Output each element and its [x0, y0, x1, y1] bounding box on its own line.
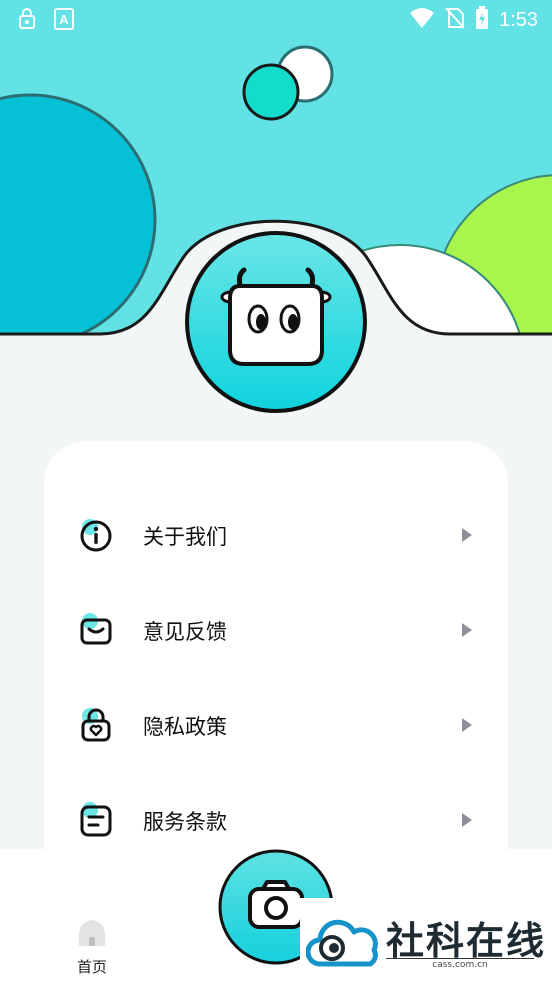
document-icon: [78, 802, 114, 838]
watermark-url: cass.com.cn: [386, 958, 534, 970]
nav-item-home[interactable]: 首页: [70, 918, 114, 978]
menu-item-label: 服务条款: [143, 810, 227, 834]
menu-item-label: 隐私政策: [143, 715, 227, 739]
watermark-title: 社科在线: [386, 919, 547, 963]
menu-item-feedback[interactable]: 意见反馈: [44, 600, 508, 660]
menu-item-label: 关于我们: [143, 525, 227, 549]
cloud-eye-icon: [305, 914, 382, 978]
chevron-right-icon: [462, 623, 472, 637]
battery-charging-icon: [475, 6, 489, 34]
menu-item-about-us[interactable]: 关于我们: [44, 505, 508, 565]
menu-item-label: 意见反馈: [143, 620, 227, 644]
chevron-right-icon: [462, 528, 472, 542]
status-time: 1:53: [499, 8, 538, 31]
menu-item-privacy-policy[interactable]: 隐私政策: [44, 695, 508, 755]
text-a-icon: A: [54, 8, 74, 34]
camera-icon: [248, 880, 304, 929]
info-icon: [78, 517, 114, 553]
watermark-logo: 社科在线 cass.com.cn: [300, 898, 552, 981]
avatar[interactable]: [184, 230, 368, 414]
mail-icon: [78, 612, 114, 648]
chevron-right-icon: [462, 718, 472, 732]
lock-notification-icon: [18, 8, 36, 34]
nav-home-label: 首页: [76, 958, 107, 976]
menu-item-terms-of-service[interactable]: 服务条款: [44, 790, 508, 850]
chevron-right-icon: [462, 813, 472, 827]
lock-heart-icon: [78, 707, 114, 743]
status-bar: A 1:53: [0, 0, 552, 40]
wifi-icon: [409, 7, 435, 33]
home-icon: [78, 918, 106, 952]
svg-text:A: A: [59, 12, 69, 27]
settings-menu-card: 关于我们 意见反馈 隐私政策 服务条款: [44, 441, 508, 881]
no-sim-icon: [445, 7, 465, 33]
